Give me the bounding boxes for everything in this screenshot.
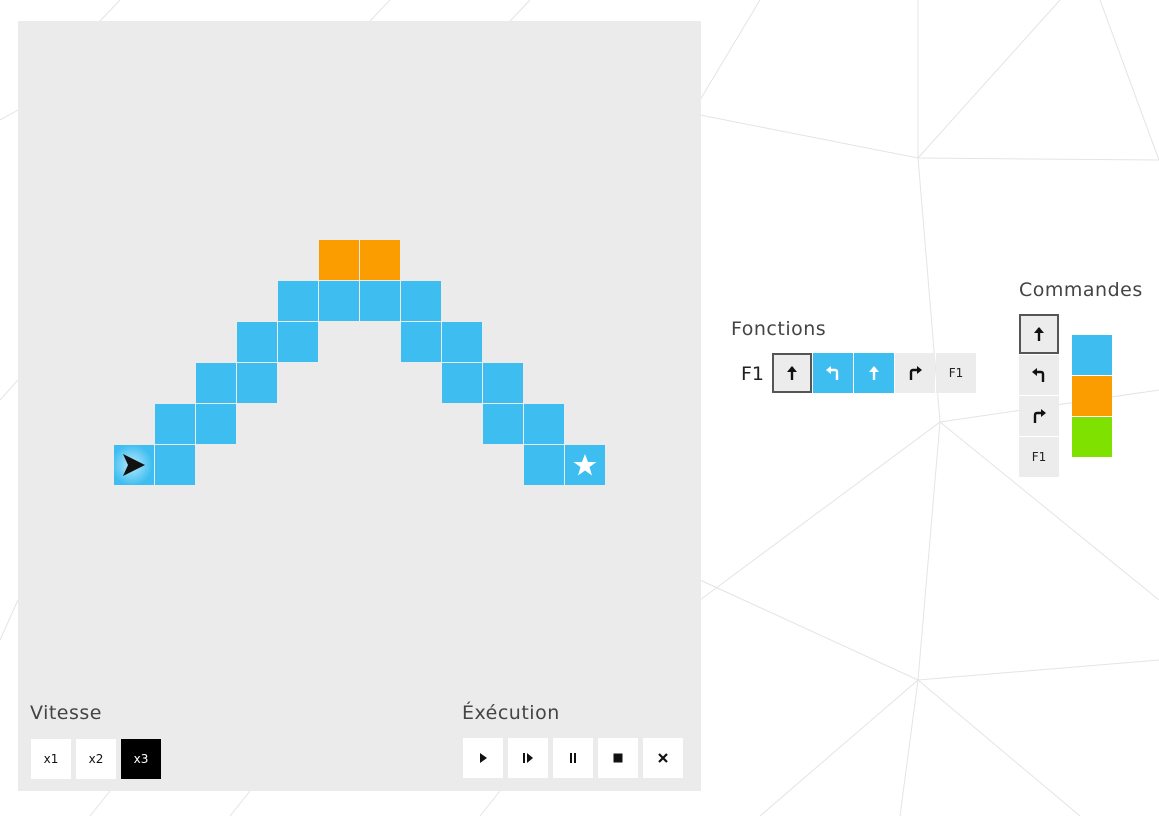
turn-left-icon: [826, 366, 839, 380]
robot-tile: [114, 445, 154, 485]
color-swatch-blue[interactable]: [1072, 335, 1112, 375]
f1-slot-2[interactable]: [813, 353, 853, 393]
f1-slot-4[interactable]: [895, 353, 935, 393]
goal-tile: [565, 445, 605, 485]
tile-blue: [278, 322, 318, 362]
play-button[interactable]: [463, 738, 503, 778]
pause-icon: [570, 753, 576, 763]
command-f1[interactable]: F1: [1019, 437, 1059, 477]
clear-button[interactable]: [643, 738, 683, 778]
tile-blue: [155, 404, 195, 444]
tile-blue: [278, 281, 318, 321]
tile-orange: [319, 240, 359, 280]
speed-x3-button[interactable]: x3: [121, 739, 161, 779]
functions-label: Fonctions: [731, 318, 827, 340]
tile-blue: [483, 363, 523, 403]
play-icon: [480, 753, 487, 763]
command-forward[interactable]: [1019, 314, 1059, 354]
tile-blue: [524, 445, 564, 485]
speed-label: Vitesse: [30, 702, 102, 724]
tile-blue: [237, 363, 277, 403]
tile-blue: [319, 281, 359, 321]
color-swatch-orange[interactable]: [1072, 376, 1112, 416]
tile-blue: [442, 363, 482, 403]
tile-blue: [401, 281, 441, 321]
tile-blue: [237, 322, 277, 362]
commands-label: Commandes: [1019, 279, 1143, 301]
tile-blue: [196, 404, 236, 444]
star-icon: [573, 454, 597, 476]
command-turn-left[interactable]: [1019, 355, 1059, 395]
function-f1-name: F1: [741, 363, 765, 385]
pause-button[interactable]: [553, 738, 593, 778]
speed-x2-button[interactable]: x2: [76, 739, 116, 779]
turn-right-icon: [1033, 409, 1046, 423]
step-button[interactable]: [508, 738, 548, 778]
arrow-up-icon: [787, 366, 797, 380]
f1-slot-3[interactable]: [854, 353, 894, 393]
tile-blue: [155, 445, 195, 485]
game-board: Vitesse x1 x2 x3 Éxécution: [18, 21, 701, 791]
close-icon: [658, 753, 668, 763]
speed-x1-button[interactable]: x1: [31, 739, 71, 779]
turn-right-icon: [909, 366, 922, 380]
tile-blue: [483, 404, 523, 444]
execution-label: Éxécution: [462, 702, 560, 724]
arrow-up-icon: [1034, 327, 1044, 341]
stop-button[interactable]: [598, 738, 638, 778]
step-icon: [523, 753, 533, 763]
f1-slot-1[interactable]: [772, 353, 812, 393]
tile-blue: [401, 322, 441, 362]
f1-slot-5[interactable]: F1: [936, 353, 976, 393]
tile-blue: [524, 404, 564, 444]
color-swatch-green[interactable]: [1072, 417, 1112, 457]
command-turn-right[interactable]: [1019, 396, 1059, 436]
tile-orange: [360, 240, 400, 280]
tile-blue: [196, 363, 236, 403]
turn-left-icon: [1032, 368, 1045, 382]
tile-blue: [360, 281, 400, 321]
robot-arrow-icon: [123, 454, 145, 476]
tile-grid: [18, 21, 701, 581]
arrow-up-icon: [869, 366, 879, 380]
tile-blue: [442, 322, 482, 362]
stop-icon: [613, 753, 623, 763]
